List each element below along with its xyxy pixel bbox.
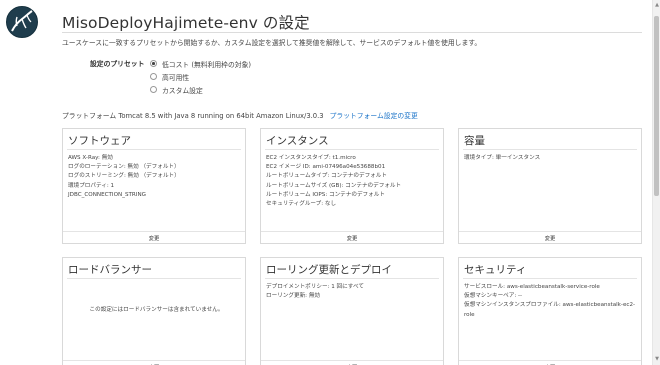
- card-title: セキュリティ: [464, 264, 527, 276]
- scrollbar-thumb[interactable]: [654, 16, 659, 196]
- card-line: ログのローテーション: 無効 （デフォルト）: [68, 164, 180, 171]
- title-divider: [62, 32, 642, 33]
- card-message: この設定にはロードバランサーは含まれていません。: [89, 307, 224, 313]
- page-title: MisoDeployHajimete-env の設定: [62, 14, 310, 32]
- preset-option-label: 高可用性: [162, 73, 190, 82]
- card-line: 環境タイプ: 単一インスタンス: [464, 155, 541, 161]
- radio-button-icon[interactable]: [150, 60, 157, 67]
- preset-option-high-availability[interactable]: 高可用性: [150, 70, 251, 83]
- edit-load-balancer-button[interactable]: 変更: [63, 360, 245, 365]
- card-title: ソフトウェア: [68, 135, 131, 147]
- preset-radio-group: 低コスト (無料利用枠の対象) 高可用性 カスタム設定: [150, 57, 251, 96]
- preset-option-label: 低コスト (無料利用枠の対象): [162, 60, 252, 69]
- edit-capacity-button[interactable]: 変更: [459, 231, 641, 243]
- change-platform-link[interactable]: プラットフォーム設定の変更: [330, 112, 418, 120]
- preset-label: 設定のプリセット: [90, 60, 145, 68]
- intro-text: ユースケースに一致するプリセットから開始するか、カスタム設定を選択して推奨値を解…: [62, 39, 482, 47]
- card-line: 仮想マシンインスタンスプロファイル: aws-elasticbeanstalk-…: [464, 302, 636, 318]
- edit-instances-button[interactable]: 変更: [261, 231, 443, 243]
- preset-option-custom[interactable]: カスタム設定: [150, 83, 251, 96]
- card-body: 環境タイプ: 単一インスタンス: [459, 150, 641, 231]
- radio-button-icon[interactable]: [150, 86, 157, 93]
- card-line: ローリング更新: 無効: [266, 293, 321, 300]
- card-body: AWS X-Ray: 無効 ログのローテーション: 無効 （デフォルト） ログの…: [63, 150, 245, 231]
- scroll-up-icon[interactable]: ▲: [654, 2, 660, 8]
- card-title: ローリング更新とデプロイ: [266, 264, 392, 276]
- card-security: セキュリティ サービスロール: aws-elasticbeanstalk-ser…: [458, 257, 642, 365]
- edit-rolling-updates-button[interactable]: 変更: [261, 360, 443, 365]
- preset-option-label: カスタム設定: [162, 86, 203, 95]
- card-line: JDBC_CONNECTION_STRING: [68, 191, 146, 198]
- card-line: ログのストリーミング: 無効 （デフォルト）: [68, 173, 180, 180]
- card-body: この設定にはロードバランサーは含まれていません。: [63, 279, 245, 360]
- card-instances: インスタンス EC2 インスタンスタイプ: t1.micro EC2 イメージ …: [260, 128, 444, 244]
- card-line: セキュリティグループ: なし: [266, 201, 337, 208]
- platform-text: プラットフォーム Tomcat 8.5 with Java 8 running …: [62, 112, 324, 120]
- vertical-scrollbar[interactable]: ▲ ▼: [652, 0, 660, 365]
- card-line: 環境プロパティ: 1: [68, 182, 115, 189]
- card-line: デプロイメントポリシー: 1 回にすべて: [266, 284, 364, 290]
- platform-info: プラットフォーム Tomcat 8.5 with Java 8 running …: [62, 110, 418, 120]
- preset-option-low-cost[interactable]: 低コスト (無料利用枠の対象): [150, 57, 251, 70]
- card-line: EC2 インスタンスタイプ: t1.micro: [266, 155, 356, 161]
- card-body: デプロイメントポリシー: 1 回にすべて ローリング更新: 無効: [261, 279, 443, 360]
- card-body: EC2 インスタンスタイプ: t1.micro EC2 イメージ ID: ami…: [261, 150, 443, 231]
- card-title: インスタンス: [266, 135, 329, 147]
- card-title: 容量: [464, 135, 485, 147]
- scroll-down-icon[interactable]: ▼: [654, 356, 660, 362]
- card-line: ルートボリューム IOPS: コンテナのデフォルト: [266, 191, 385, 198]
- card-load-balancer: ロードバランサー この設定にはロードバランサーは含まれていません。 変更: [62, 257, 246, 365]
- card-body: サービスロール: aws-elasticbeanstalk-service-ro…: [459, 279, 641, 360]
- card-line: ルートボリュームサイズ (GB): コンテナのデフォルト: [266, 182, 402, 189]
- card-software: ソフトウェア AWS X-Ray: 無効 ログのローテーション: 無効 （デフォ…: [62, 128, 246, 244]
- card-line: AWS X-Ray: 無効: [68, 155, 113, 161]
- card-line: EC2 イメージ ID: ami-07496a04e53688b01: [266, 164, 386, 171]
- card-title: ロードバランサー: [68, 264, 152, 276]
- card-capacity: 容量 環境タイプ: 単一インスタンス 変更: [458, 128, 642, 244]
- card-line: 仮想マシンキーペア: --: [464, 293, 523, 300]
- edit-security-button[interactable]: 変更: [459, 360, 641, 365]
- radio-button-icon[interactable]: [150, 73, 157, 80]
- edit-software-button[interactable]: 変更: [63, 231, 245, 243]
- card-rolling-updates: ローリング更新とデプロイ デプロイメントポリシー: 1 回にすべて ローリング更…: [260, 257, 444, 365]
- card-line: サービスロール: aws-elasticbeanstalk-service-ro…: [464, 284, 600, 290]
- elastic-beanstalk-logo-icon: [6, 6, 38, 38]
- card-line: ルートボリュームタイプ: コンテナのデフォルト: [266, 173, 387, 180]
